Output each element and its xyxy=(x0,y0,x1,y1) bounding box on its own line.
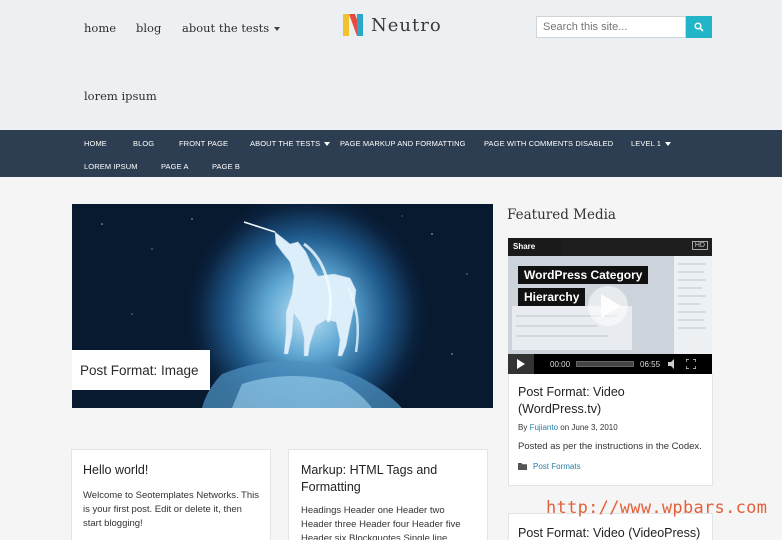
main-nav: HOME BLOG FRONT PAGE ABOUT THE TESTS PAG… xyxy=(0,130,782,177)
post-title[interactable]: Markup: HTML Tags and Formatting xyxy=(301,462,477,496)
post-category: Post Formats xyxy=(518,462,703,471)
site-header: home blog about the tests Neutro lorem i… xyxy=(0,0,782,130)
post-meta: By Fujianto on June 3, 2010 xyxy=(518,423,703,432)
time-total: 06:55 xyxy=(640,359,661,369)
main-nav-page-a[interactable]: PAGE A xyxy=(161,162,189,171)
fullscreen-icon[interactable] xyxy=(686,359,697,369)
top-nav-blog[interactable]: blog xyxy=(136,21,161,35)
main-nav-page-markup[interactable]: PAGE MARKUP AND FORMATTING xyxy=(340,139,466,148)
progress-bar[interactable] xyxy=(576,361,635,367)
main-nav-blog[interactable]: BLOG xyxy=(133,139,154,148)
share-button[interactable]: Share xyxy=(508,238,562,256)
site-logo[interactable]: Neutro xyxy=(343,13,442,37)
main-nav-lorem-ipsum[interactable]: LOREM IPSUM xyxy=(84,162,138,171)
featured-post-title[interactable]: Post Format: Video (VideoPress) xyxy=(518,525,703,540)
main-nav-front-page[interactable]: FRONT PAGE xyxy=(179,139,228,148)
main-nav-home[interactable]: HOME xyxy=(84,139,107,148)
play-button[interactable] xyxy=(508,354,534,374)
main-nav-about-label: ABOUT THE TESTS xyxy=(250,139,321,148)
folder-icon xyxy=(518,463,527,470)
post-excerpt: Welcome to Seotemplates Networks. This i… xyxy=(83,490,259,529)
featured-post-title[interactable]: Post Format: Video (WordPress.tv) xyxy=(518,384,703,418)
main-nav-about-tests[interactable]: ABOUT THE TESTS xyxy=(250,139,331,148)
logo-text: Neutro xyxy=(371,14,442,36)
main-nav-level-1-label: LEVEL 1 xyxy=(631,139,662,148)
chevron-down-icon xyxy=(665,142,672,147)
video-controls: 00:00 06:55 xyxy=(508,354,712,374)
top-nav-home[interactable]: home xyxy=(84,21,116,35)
featured-post-excerpt: Posted as per the instructions in the Co… xyxy=(518,441,702,452)
post-card: Markup: HTML Tags and Formatting Heading… xyxy=(288,449,488,540)
search-button[interactable] xyxy=(686,16,712,38)
featured-caption[interactable]: Post Format: Image xyxy=(72,350,210,390)
video-title-line2: Hierarchy xyxy=(518,288,586,306)
featured-post-card: Post Format: Video (WordPress.tv) By Fuj… xyxy=(508,374,713,486)
search-icon xyxy=(694,22,704,32)
play-icon xyxy=(517,359,525,369)
post-date: on June 3, 2010 xyxy=(560,423,618,432)
time-current: 00:00 xyxy=(550,359,571,369)
post-card: Hello world! Welcome to Seotemplates Net… xyxy=(71,449,271,540)
chevron-down-icon xyxy=(324,142,331,147)
volume-icon[interactable] xyxy=(668,359,678,369)
video-title-line1: WordPress Category xyxy=(518,266,649,284)
search-input[interactable] xyxy=(536,16,686,38)
top-nav-lorem-ipsum[interactable]: lorem ipsum xyxy=(84,89,157,103)
hd-badge[interactable]: HD xyxy=(691,241,708,250)
post-title[interactable]: Hello world! xyxy=(83,462,260,479)
main-nav-level-1[interactable]: LEVEL 1 xyxy=(631,139,672,148)
main-nav-page-b[interactable]: PAGE B xyxy=(212,162,240,171)
search-form xyxy=(536,16,712,38)
category-link[interactable]: Post Formats xyxy=(533,462,581,471)
sidebar-title: Featured Media xyxy=(507,207,616,223)
video-player[interactable]: Share HD WordPress Category Hierarchy 00… xyxy=(508,238,712,374)
post-meta-by: By xyxy=(518,423,528,432)
top-nav-about-label: about the tests xyxy=(182,21,270,35)
top-nav-about[interactable]: about the tests xyxy=(182,21,281,35)
main-nav-comments-disabled[interactable]: PAGE WITH COMMENTS DISABLED xyxy=(484,139,613,148)
watermark: http://www.wpbars.com xyxy=(546,498,768,518)
logo-mark-icon xyxy=(343,14,365,36)
post-excerpt: Headings Header one Header two Header th… xyxy=(301,505,461,540)
chevron-down-icon xyxy=(274,27,281,31)
author-link[interactable]: Fujianto xyxy=(530,423,558,432)
